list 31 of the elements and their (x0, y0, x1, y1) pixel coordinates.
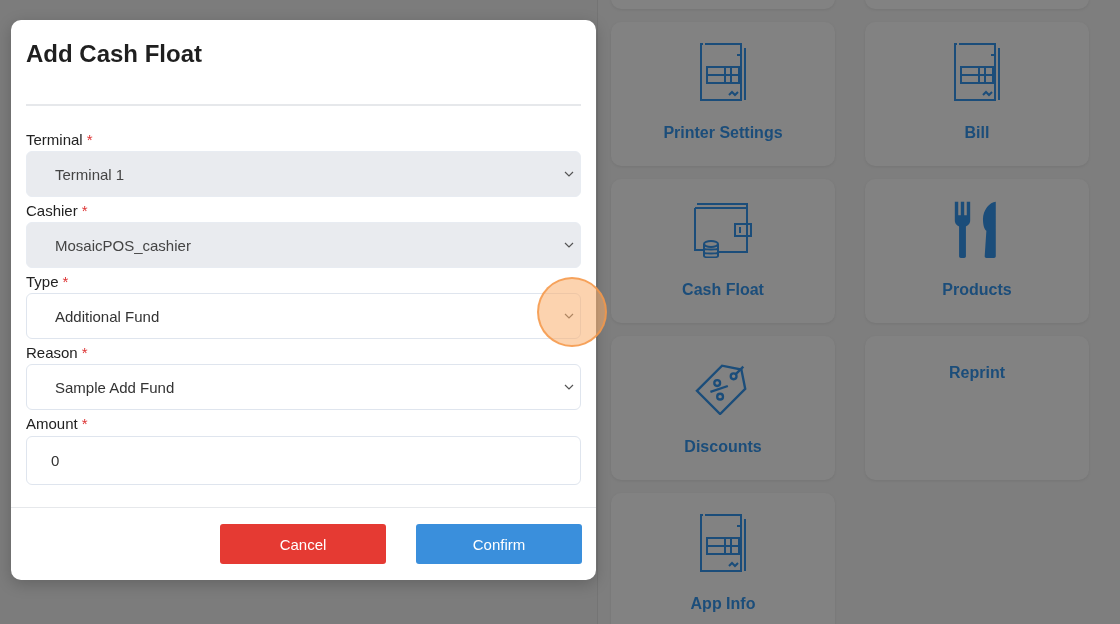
required-mark: * (62, 273, 69, 290)
field-label: Terminal (26, 131, 83, 148)
field-label: Type (26, 273, 59, 290)
required-mark: * (81, 415, 88, 432)
select-field[interactable]: Sample Add Fund (26, 364, 581, 410)
menu-tile[interactable]: Reprint (865, 336, 1089, 480)
menu-tile[interactable]: Printer Settings (611, 22, 835, 166)
wallet-icon (693, 200, 753, 258)
required-mark: * (86, 131, 93, 148)
menu-tile[interactable]: Bill (865, 22, 1089, 166)
chevron-down-icon (564, 384, 574, 390)
select-field[interactable]: Additional Fund (26, 293, 581, 339)
menu-tile[interactable]: Products (865, 179, 1089, 323)
confirm-button[interactable]: Confirm (416, 524, 582, 564)
chevron-down-icon (564, 313, 574, 319)
receipt-icon (699, 514, 747, 572)
chevron-down-icon (564, 242, 574, 248)
menu-tile[interactable]: Discounts (611, 336, 835, 480)
field-label: Reason (26, 344, 78, 361)
receipt-icon (953, 43, 1001, 101)
required-mark: * (81, 202, 88, 219)
field-label: Amount (26, 415, 78, 432)
cancel-button[interactable]: Cancel (220, 524, 386, 564)
receipt-icon (699, 43, 747, 101)
menu-tile[interactable]: App Info (611, 493, 835, 624)
required-mark: * (81, 344, 88, 361)
field-label: Cashier (26, 202, 78, 219)
input-field[interactable]: 0 (26, 436, 581, 485)
dialog-title: Add Cash Float (26, 40, 203, 69)
menu-tile[interactable]: Cash Float (611, 179, 835, 323)
chevron-down-icon (564, 171, 574, 177)
